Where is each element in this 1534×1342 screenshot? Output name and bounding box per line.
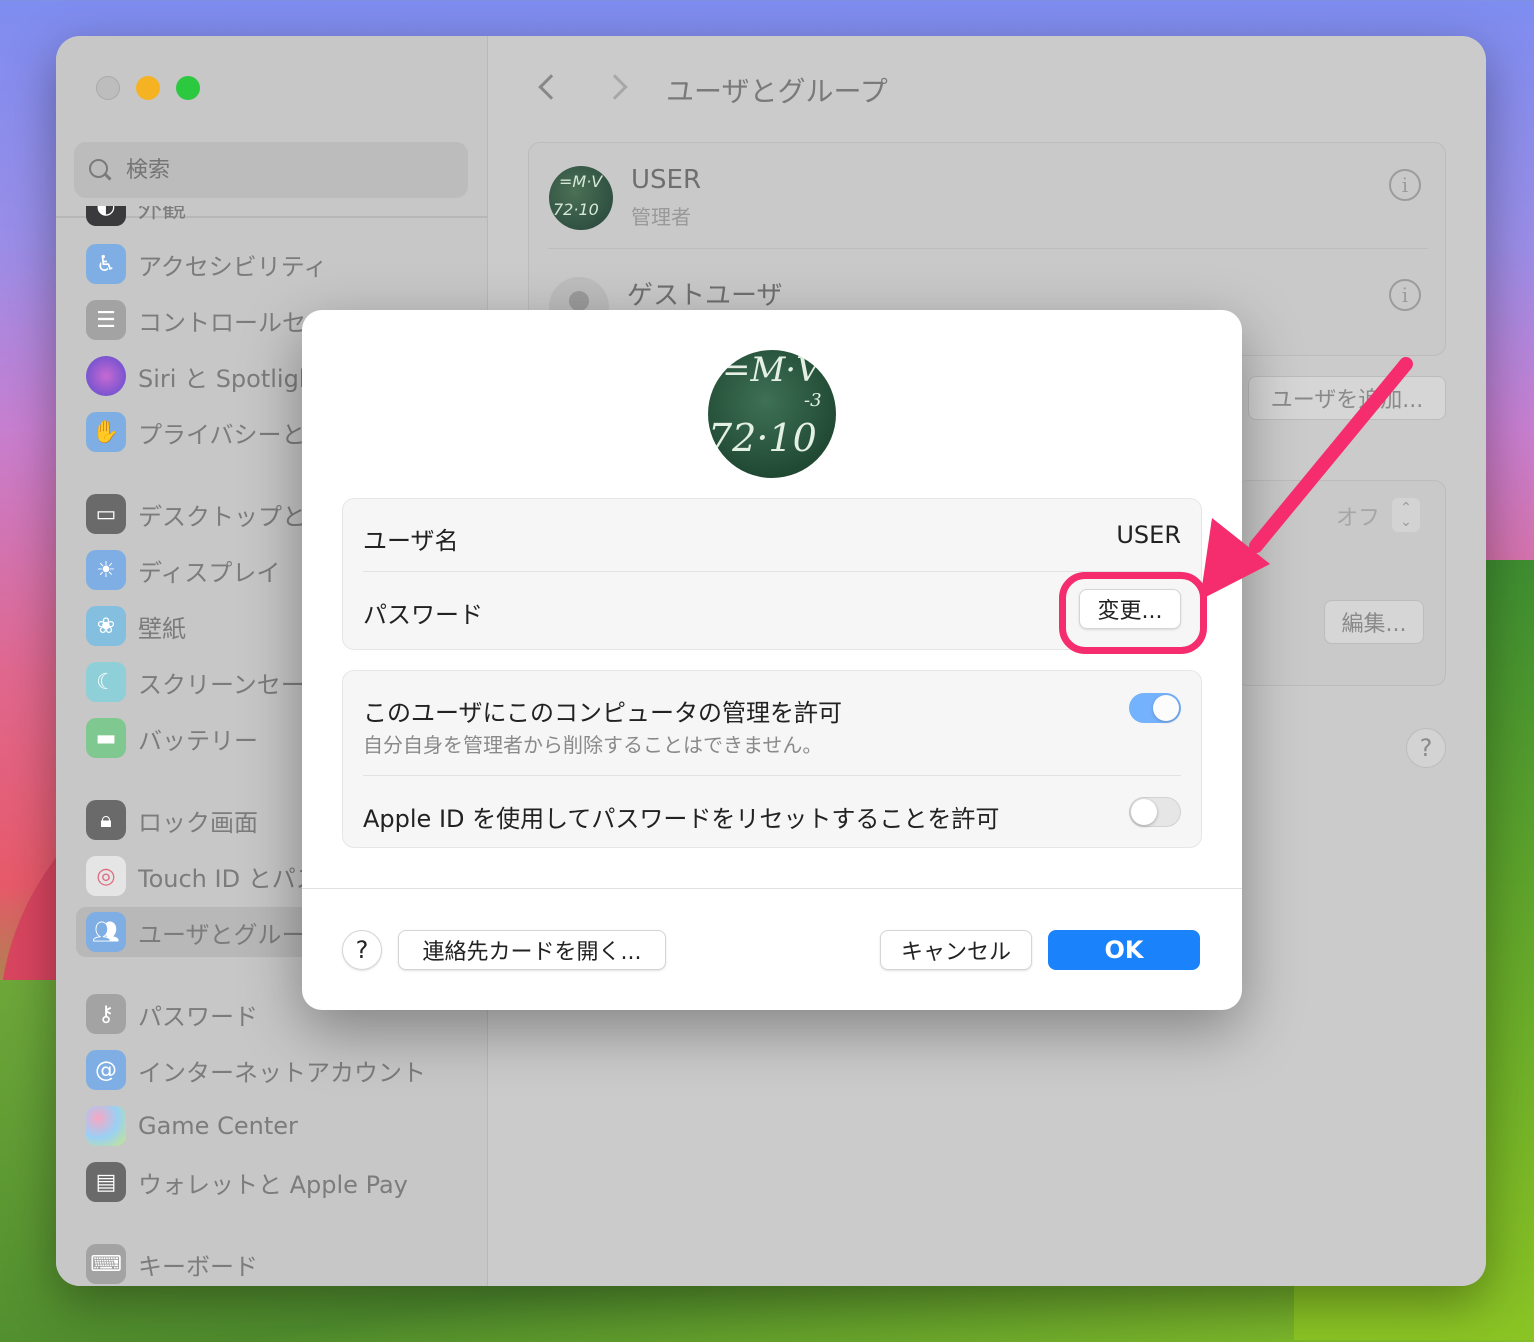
toggle-knob xyxy=(1153,695,1179,721)
user-name: USER xyxy=(631,165,702,195)
sidebar-item-accessibility[interactable]: ♿ アクセシビリティ xyxy=(76,239,476,289)
info-icon[interactable]: i xyxy=(1389,279,1421,311)
sidebar-item-label: ユーザとグループ xyxy=(138,920,329,949)
username-label: ユーザ名 xyxy=(363,527,459,555)
admin-permission-label: このユーザにこのコンピュータの管理を許可 xyxy=(363,699,843,727)
sun-icon: ☀ xyxy=(86,550,126,590)
hand-icon: ✋ xyxy=(86,412,126,452)
user-role: 管理者 xyxy=(631,205,691,229)
sidebar-item-label: バッテリー xyxy=(138,726,258,755)
avatar-chalk-text: =M·V xyxy=(722,350,821,390)
close-button[interactable] xyxy=(96,76,120,100)
appleid-reset-label: Apple ID を使用してパスワードをリセットすることを許可 xyxy=(363,805,1000,833)
cancel-button[interactable]: キャンセル xyxy=(880,930,1032,970)
user-name: ゲストユーザ xyxy=(627,280,783,311)
chevron-left-icon xyxy=(538,74,564,100)
control-center-icon: ☰ xyxy=(86,300,126,340)
help-button[interactable]: ? xyxy=(342,930,382,970)
admin-toggle[interactable] xyxy=(1129,693,1181,723)
sidebar-item-label: アクセシビリティ xyxy=(138,252,328,281)
toggle-knob xyxy=(1131,799,1157,825)
dialog-divider xyxy=(302,888,1242,889)
sidebar-item-label: 外観 xyxy=(138,206,186,223)
search-icon xyxy=(88,158,112,182)
permissions-group: このユーザにこのコンピュータの管理を許可 自分自身を管理者から削除することはでき… xyxy=(342,670,1202,848)
battery-icon: ▬ xyxy=(86,718,126,758)
page-title: ユーザとグループ xyxy=(666,75,888,108)
avatar-chalk-text: =M·V xyxy=(559,171,603,191)
row-divider xyxy=(363,775,1181,776)
sidebar-item-label: Siri と Spotlight xyxy=(138,364,324,393)
annotation-arrow-icon xyxy=(1200,357,1413,600)
row-divider xyxy=(548,248,1428,249)
ok-button[interactable]: OK xyxy=(1048,930,1200,970)
sidebar-item-label: ディスプレイ xyxy=(138,558,281,587)
zoom-button[interactable] xyxy=(176,76,200,100)
sidebar-item-label: インターネットアカウント xyxy=(138,1058,426,1087)
row-divider xyxy=(363,571,1181,572)
keyboard-icon: ⌨ xyxy=(86,1244,126,1284)
sidebar-item-label: ウォレットと Apple Pay xyxy=(138,1170,408,1199)
minimize-button[interactable] xyxy=(136,76,160,100)
password-label: パスワード xyxy=(363,601,483,629)
sidebar-item-label: Game Center xyxy=(138,1112,298,1140)
open-contact-card-button[interactable]: 連絡先カードを開く... xyxy=(398,930,666,970)
avatar: =M·V 72·10 xyxy=(549,165,613,230)
flower-icon: ❀ xyxy=(86,606,126,646)
admin-permission-note: 自分自身を管理者から削除することはできません。 xyxy=(363,733,823,757)
avatar[interactable]: =M·V -3 72·10 xyxy=(708,350,836,478)
sidebar-item-game-center[interactable]: Game Center xyxy=(76,1101,476,1151)
accessibility-icon: ♿ xyxy=(86,244,126,284)
users-icon: 👥︎ xyxy=(86,912,126,952)
help-button[interactable]: ? xyxy=(1406,728,1446,768)
appleid-reset-toggle[interactable] xyxy=(1129,797,1181,827)
screensaver-icon: ☾ xyxy=(86,662,126,702)
game-center-icon xyxy=(86,1106,126,1146)
wallet-icon: ▤ xyxy=(86,1162,126,1202)
at-icon: @ xyxy=(86,1050,126,1090)
sidebar-item-label: 壁紙 xyxy=(138,614,186,643)
chevron-right-icon xyxy=(602,74,628,100)
lock-icon: 🔒︎ xyxy=(86,800,126,840)
sidebar-item-label: パスワード xyxy=(138,1002,258,1031)
avatar-chalk-text: -3 xyxy=(804,390,822,411)
user-row-user[interactable]: =M·V 72·10 USER 管理者 xyxy=(549,165,701,230)
search-input[interactable] xyxy=(126,157,426,183)
sidebar-item-wallet[interactable]: ▤ ウォレットと Apple Pay xyxy=(76,1157,476,1207)
siri-icon xyxy=(86,356,126,396)
sidebar-item-internet-accounts[interactable]: @ インターネットアカウント xyxy=(76,1045,476,1095)
fingerprint-icon: ◎ xyxy=(86,856,126,896)
forward-button[interactable] xyxy=(602,70,632,106)
key-icon: ⚷ xyxy=(86,994,126,1034)
user-details-dialog: =M·V -3 72·10 ユーザ名 USER パスワード 変更... このユー… xyxy=(302,310,1242,1010)
sidebar-item-label: ロック画面 xyxy=(138,808,258,837)
back-button[interactable] xyxy=(534,70,564,106)
appearance-icon: ◐ xyxy=(86,206,126,226)
desktop-icon: ▭ xyxy=(86,494,126,534)
sidebar-item-appearance[interactable]: ◐ 外観 xyxy=(76,206,476,228)
search-field[interactable] xyxy=(74,142,468,198)
info-icon[interactable]: i xyxy=(1389,169,1421,201)
sidebar-item-label: スクリーンセーバ xyxy=(138,670,329,699)
sidebar-item-label: キーボード xyxy=(138,1252,258,1281)
sidebar-item-keyboard[interactable]: ⌨ キーボード xyxy=(76,1239,476,1286)
avatar-chalk-text: 72·10 xyxy=(553,199,599,219)
avatar-chalk-text: 72·10 xyxy=(708,416,817,460)
